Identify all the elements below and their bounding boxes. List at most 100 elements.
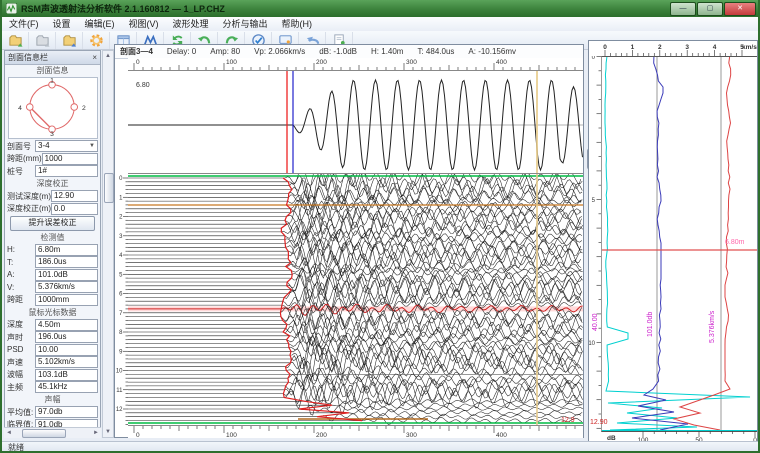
- field-input[interactable]: 5.376km/s: [35, 281, 98, 293]
- svg-text:5: 5: [592, 198, 596, 204]
- field-row: A:101.0dB: [7, 269, 98, 280]
- header-t: T: 484.0us: [417, 47, 454, 56]
- close-button[interactable]: ✕: [724, 2, 756, 16]
- scroll-down-icon[interactable]: ▼: [103, 427, 113, 437]
- svg-text:300: 300: [406, 432, 417, 438]
- depth-ruler: 0123456789101112: [115, 174, 128, 426]
- field-select[interactable]: 3-4▼: [35, 140, 98, 152]
- field-input[interactable]: 103.1dB: [35, 369, 98, 381]
- svg-text:400: 400: [496, 59, 507, 66]
- curves-panel: 012345km/s 0510 100500dB 40.00 101.0db 5…: [588, 40, 758, 443]
- svg-text:4: 4: [119, 253, 123, 259]
- profile-info-panel: 剖面信息栏 × 剖面信息1234剖面号3-4▼跨距(mm)1000桩号1#深度校…: [4, 50, 101, 438]
- single-trace-panel[interactable]: [128, 70, 583, 174]
- field-label: 声速: [7, 357, 35, 368]
- settings-gear-button[interactable]: [83, 32, 110, 49]
- panel-caption: 剖面信息栏 ×: [5, 51, 100, 65]
- svg-text:1: 1: [119, 195, 123, 201]
- field-input[interactable]: 0.0: [51, 203, 98, 215]
- svg-text:4: 4: [713, 44, 717, 51]
- field-row: 波幅103.1dB: [7, 369, 98, 380]
- section-heading-0: 剖面信息: [7, 65, 98, 76]
- field-label: V:: [7, 283, 35, 292]
- header-vp: Vp: 2.066km/s: [254, 47, 305, 56]
- open-file-icon: [8, 33, 23, 48]
- menu-item-0[interactable]: 文件(F): [2, 17, 46, 31]
- svg-text:3: 3: [685, 44, 689, 51]
- svg-text:5: 5: [119, 272, 123, 278]
- svg-text:1: 1: [631, 44, 635, 51]
- field-label: 深度: [7, 319, 35, 330]
- scroll-left-icon[interactable]: ◄: [4, 430, 14, 436]
- menu-item-4[interactable]: 波形处理: [166, 17, 216, 31]
- field-label: 主频: [7, 382, 35, 393]
- field-label: 剖面号: [7, 141, 35, 152]
- svg-text:0: 0: [136, 59, 140, 66]
- app-icon: [6, 3, 17, 14]
- field-input[interactable]: 5.102km/s: [35, 356, 98, 368]
- menu-bar: 文件(F)设置编辑(E)视图(V)波形处理分析与输出帮助(H): [2, 17, 758, 32]
- sidebar-vertical-scrollbar[interactable]: ▲ ▼: [102, 50, 114, 438]
- time-ruler-bottom: 0100200300400500: [128, 426, 583, 438]
- scrollbar-thumb[interactable]: [22, 429, 66, 438]
- chevron-down-icon[interactable]: ▼: [89, 141, 95, 151]
- scroll-up-icon[interactable]: ▲: [103, 51, 113, 61]
- field-input[interactable]: 1000mm: [35, 294, 98, 306]
- section-heading-1: 深度校正: [7, 178, 98, 189]
- field-label: PSD: [7, 345, 35, 354]
- header-delay: Delay: 0: [167, 47, 196, 56]
- menu-item-6[interactable]: 帮助(H): [275, 17, 320, 31]
- depth-ruler-right: 0510: [589, 56, 601, 430]
- field-input[interactable]: 10.00: [35, 344, 98, 356]
- trace-stack-panel[interactable]: [128, 174, 583, 426]
- save-file-button[interactable]: [29, 32, 56, 49]
- open-file-button[interactable]: [2, 32, 29, 49]
- scroll-right-icon[interactable]: ►: [91, 430, 101, 436]
- maximize-button[interactable]: ▢: [697, 2, 723, 16]
- scrollbar-thumb[interactable]: [104, 173, 114, 203]
- svg-text:200: 200: [316, 59, 327, 66]
- window-title: RSM声波透射法分析软件 2.1.160812 — 1_LP.CHZ: [21, 2, 225, 15]
- field-input[interactable]: 97.0db: [35, 406, 98, 418]
- field-row: T:186.0us: [7, 257, 98, 268]
- section-heading-4: 声幅: [7, 394, 98, 405]
- field-input[interactable]: 4.50m: [35, 319, 98, 331]
- svg-text:12: 12: [116, 407, 123, 413]
- menu-item-1[interactable]: 设置: [46, 17, 78, 31]
- field-label: 波幅: [7, 369, 35, 380]
- curves-plot[interactable]: [601, 56, 757, 432]
- menu-item-5[interactable]: 分析与输出: [216, 17, 275, 31]
- field-label: T:: [7, 258, 35, 267]
- svg-text:0: 0: [136, 432, 140, 438]
- field-input[interactable]: 186.0us: [35, 256, 98, 268]
- menu-item-2[interactable]: 编辑(E): [78, 17, 122, 31]
- field-row: 深度4.50m: [7, 319, 98, 330]
- minimize-button[interactable]: —: [670, 2, 696, 16]
- header-db: dB: -1.0dB: [319, 47, 357, 56]
- lift-error-correct-button[interactable]: 提升误差校正: [10, 216, 96, 231]
- header-a: A: -10.156mv: [468, 47, 516, 56]
- svg-text:300: 300: [406, 59, 417, 66]
- field-input[interactable]: 1000: [42, 153, 98, 165]
- field-input[interactable]: 1#: [35, 165, 98, 177]
- field-row: 声时196.0us: [7, 332, 98, 343]
- field-label: A:: [7, 270, 35, 279]
- field-input[interactable]: 196.0us: [35, 331, 98, 343]
- field-input[interactable]: 101.0dB: [35, 269, 98, 281]
- svg-text:3: 3: [119, 234, 123, 240]
- header-h: H: 1.40m: [371, 47, 403, 56]
- field-input[interactable]: 45.1kHz: [35, 381, 98, 393]
- svg-text:11: 11: [116, 388, 123, 394]
- field-row: 桩号1#: [7, 166, 98, 177]
- import-file-button[interactable]: [56, 32, 83, 49]
- field-input[interactable]: 6.80m: [35, 244, 98, 256]
- field-row: 测试深度(m)12.90: [7, 191, 98, 202]
- svg-text:2: 2: [119, 215, 123, 221]
- panel-close-icon[interactable]: ×: [92, 53, 97, 63]
- menu-item-3[interactable]: 视图(V): [122, 17, 166, 31]
- field-input[interactable]: 12.90: [51, 190, 98, 202]
- sidebar-horizontal-scrollbar[interactable]: ◄ ►: [4, 427, 101, 438]
- field-row: 深度校正(m)0.0: [7, 203, 98, 214]
- svg-text:2: 2: [658, 44, 662, 51]
- svg-text:400: 400: [496, 432, 507, 438]
